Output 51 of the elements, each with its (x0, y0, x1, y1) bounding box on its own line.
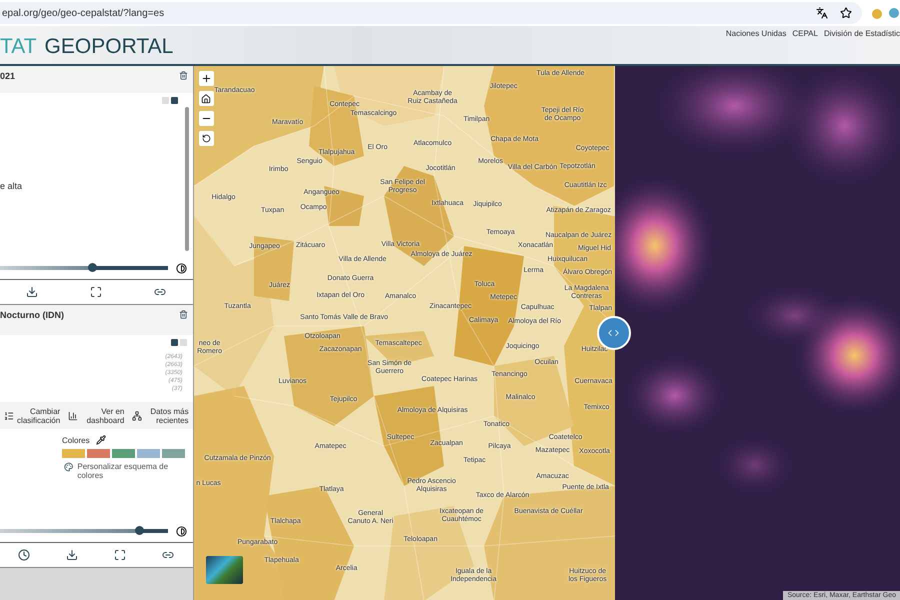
color-swatch[interactable] (137, 449, 160, 458)
contrast-icon[interactable] (176, 526, 187, 536)
header-link[interactable]: CEPAL (792, 29, 818, 64)
color-swatch[interactable] (162, 449, 185, 458)
trash-icon[interactable] (178, 310, 188, 319)
action-button[interactable]: Ver en dashboard (64, 402, 128, 429)
rotate-icon (202, 134, 211, 143)
opacity-slider[interactable] (0, 529, 168, 533)
slider-thumb[interactable] (135, 526, 144, 535)
zoom-out-button[interactable] (198, 111, 214, 126)
bookmark-star-icon[interactable] (840, 7, 852, 19)
time-button[interactable] (16, 547, 32, 563)
color-swatch[interactable] (112, 449, 135, 458)
scrollbar[interactable] (184, 107, 190, 251)
download-icon (66, 549, 78, 561)
layer-title: Nocturno (IDN) (0, 310, 64, 322)
clock-icon (18, 549, 30, 561)
rotate-button[interactable] (198, 131, 214, 146)
plus-icon (200, 73, 212, 84)
address-bar[interactable]: epal.org/geo/geo-cepalstat/?lang=es (0, 2, 862, 24)
slider-thumb[interactable] (88, 263, 98, 272)
download-icon (26, 286, 38, 298)
contrast-icon[interactable] (176, 262, 187, 274)
color-swatch[interactable] (87, 449, 110, 458)
home-icon (201, 94, 212, 104)
translate-icon[interactable] (816, 7, 828, 19)
bar-chart-icon (68, 410, 78, 420)
legend-text: e alta (0, 181, 24, 191)
header-link[interactable]: Naciones Unidas (726, 29, 786, 64)
action-button[interactable]: Datos más recientes (128, 402, 193, 429)
opacity-slider[interactable] (0, 266, 168, 270)
link-icon (162, 549, 174, 561)
customize-colors-button[interactable]: Personalizar esquema de colores (62, 462, 189, 480)
basemap-thumbnail[interactable] (206, 556, 243, 584)
home-button[interactable] (198, 91, 214, 106)
colors-label: Colores (62, 436, 90, 444)
eyedropper-icon[interactable] (96, 435, 106, 445)
list-icon (4, 410, 14, 420)
zoom-in-button[interactable] (198, 71, 214, 86)
action-button[interactable]: Cambiar clasificación (0, 402, 64, 429)
layer-title: 021 (0, 71, 16, 83)
portal-logo: TAT GEOPORTAL (0, 34, 174, 60)
expand-icon (90, 286, 102, 298)
network-icon (132, 410, 142, 420)
expand-icon (114, 549, 126, 561)
header-link[interactable]: División de Estadístic (824, 29, 900, 64)
trash-icon[interactable] (178, 71, 188, 80)
color-swatch[interactable] (62, 449, 85, 458)
palette-icon (64, 462, 74, 472)
extension-icon[interactable] (870, 6, 900, 20)
link-icon (154, 286, 166, 298)
